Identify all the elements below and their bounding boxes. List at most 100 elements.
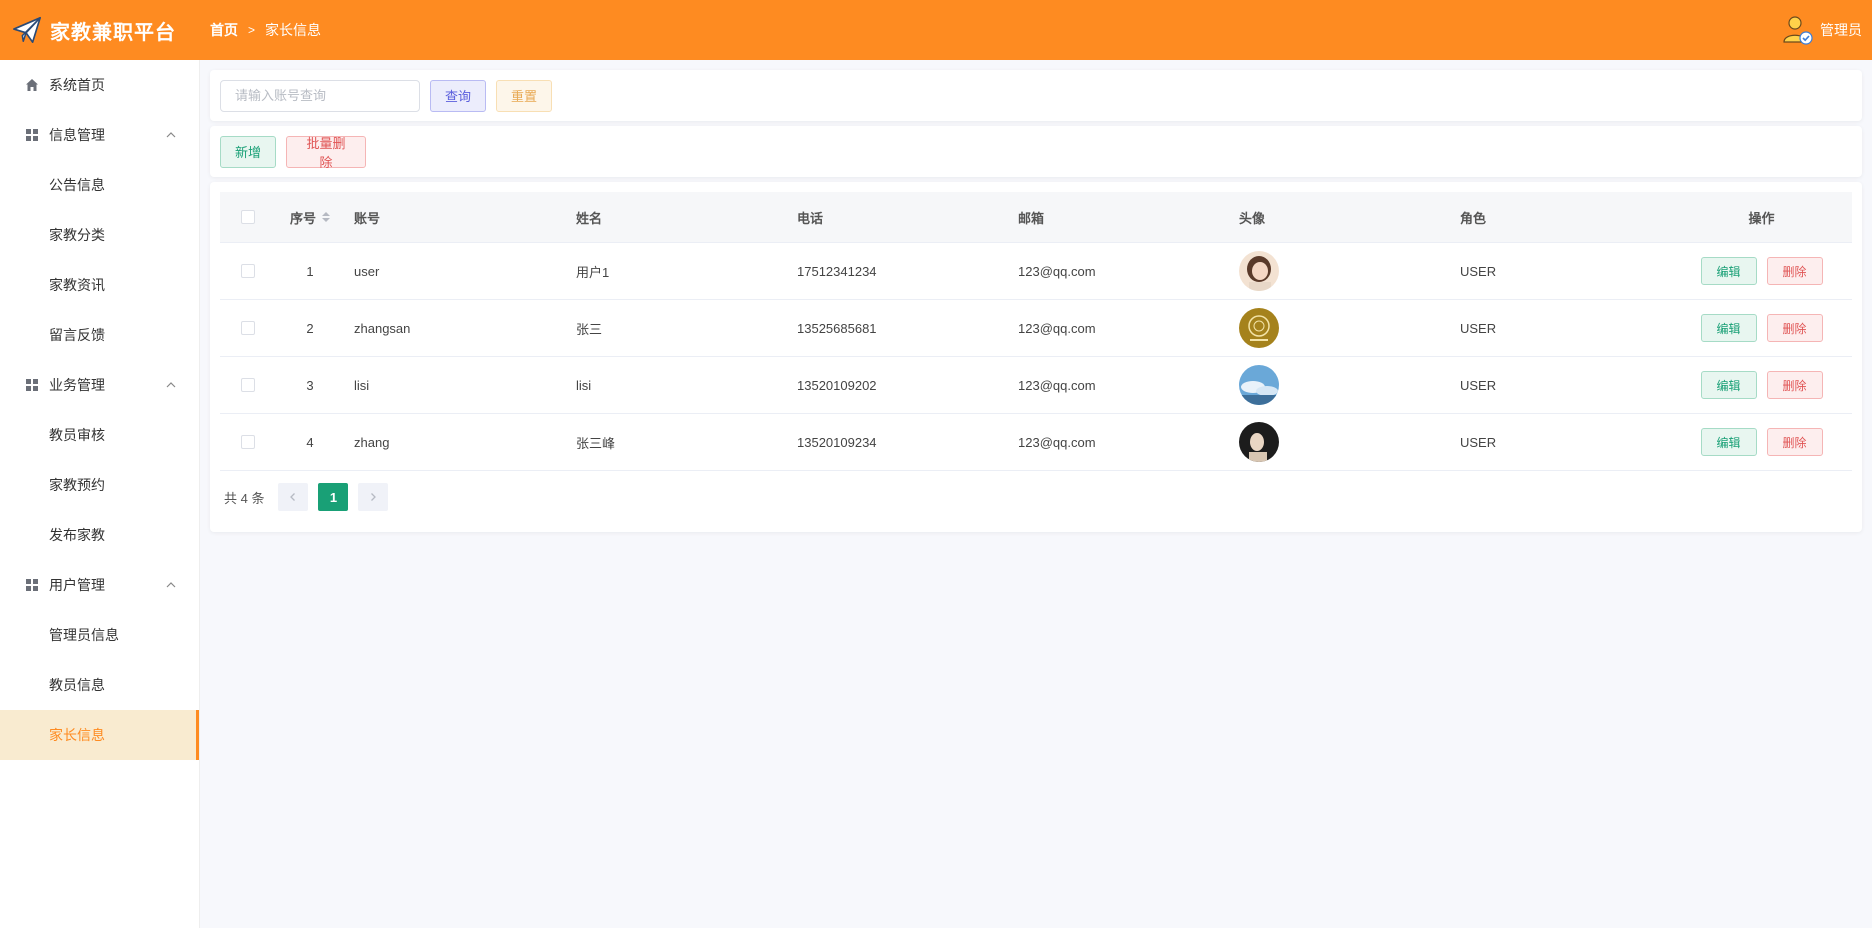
cell-phone: 13520109234 [797, 434, 877, 450]
user-name: 管理员 [1820, 22, 1862, 38]
header-index-label: 序号 [289, 210, 316, 226]
row-checkbox[interactable] [241, 321, 255, 335]
sidebar-item-teachers[interactable]: 教员信息 [0, 660, 199, 710]
delete-button[interactable]: 删除 [1766, 314, 1823, 342]
delete-button[interactable]: 删除 [1766, 428, 1823, 456]
sort-icon[interactable] [322, 212, 330, 222]
avatar[interactable] [1239, 251, 1279, 291]
pagination: 共 4 条 1 [220, 471, 1852, 523]
app-title: 家教兼职平台 [50, 21, 176, 44]
cell-email: 123@qq.com [1018, 320, 1096, 336]
select-all-checkbox[interactable] [241, 210, 255, 224]
cell-role: USER [1460, 263, 1497, 279]
admin-user-icon [1783, 16, 1813, 45]
breadcrumb-home[interactable]: 首页 [210, 20, 238, 40]
cell-account: zhang [354, 434, 390, 450]
sidebar-group-label: 用户管理 [49, 577, 105, 593]
sidebar-item-news[interactable]: 家教资讯 [0, 260, 199, 310]
header-phone: 电话 [797, 210, 824, 226]
pagination-total: 共 4 条 [224, 490, 265, 506]
header-ops: 操作 [1748, 210, 1775, 226]
next-page-button[interactable] [358, 483, 389, 511]
sidebar: 系统首页 信息管理 公告信息 家教分类 家教资讯 留言反馈 业务管理 教员审核 … [0, 60, 200, 928]
cell-account: zhangsan [354, 320, 411, 336]
sidebar-group-business[interactable]: 业务管理 [0, 360, 199, 410]
avatar-girl-icon [1239, 251, 1279, 291]
table-row: 1 user 用户1 17512341234 123@qq.com USER 编… [220, 243, 1852, 300]
home-icon [24, 77, 40, 93]
header-email: 邮箱 [1018, 210, 1045, 226]
chevron-right-icon: > [248, 23, 256, 37]
header-account: 账号 [354, 210, 381, 226]
cell-email: 123@qq.com [1018, 434, 1096, 450]
edit-button[interactable]: 编辑 [1700, 314, 1757, 342]
grid-icon [24, 377, 40, 393]
action-bar: 新增 批量删除 [210, 126, 1862, 177]
cell-index: 2 [306, 320, 314, 336]
delete-button[interactable]: 删除 [1766, 371, 1823, 399]
sidebar-item-admins[interactable]: 管理员信息 [0, 610, 199, 660]
logo[interactable]: 家教兼职平台 [0, 15, 200, 45]
grid-icon [24, 127, 40, 143]
chevron-right-icon [371, 493, 377, 501]
user-menu[interactable]: 管理员 [1782, 0, 1862, 60]
breadcrumb: 首页 > 家长信息 [210, 20, 321, 40]
table-row: 2 zhangsan 张三 13525685681 123@qq.com USE… [220, 300, 1852, 357]
cell-index: 1 [306, 263, 314, 279]
reset-button[interactable]: 重置 [496, 79, 552, 112]
sidebar-item-booking[interactable]: 家教预约 [0, 460, 199, 510]
prev-page-button[interactable] [278, 483, 309, 511]
paper-plane-icon [13, 16, 41, 44]
sidebar-item-teacher-review[interactable]: 教员审核 [0, 410, 199, 460]
chevron-up-icon [166, 382, 176, 388]
cell-role: USER [1460, 320, 1497, 336]
query-button[interactable]: 查询 [430, 79, 486, 112]
chevron-up-icon [166, 132, 176, 138]
add-button[interactable]: 新增 [220, 135, 276, 168]
table-row: 4 zhang 张三峰 13520109234 123@qq.com USER [220, 414, 1852, 471]
avatar[interactable] [1239, 308, 1279, 348]
sidebar-item-category[interactable]: 家教分类 [0, 210, 199, 260]
table-panel: 序号 账号 姓名 电话 邮箱 头像 角色 操作 1 user 用户1 17512… [210, 182, 1862, 532]
cell-email: 123@qq.com [1018, 263, 1096, 279]
cell-role: USER [1460, 377, 1497, 393]
avatar[interactable] [1239, 422, 1279, 462]
cell-phone: 13520109202 [797, 377, 877, 393]
cell-account: lisi [354, 377, 370, 393]
cell-index: 3 [306, 377, 314, 393]
row-checkbox[interactable] [241, 378, 255, 392]
cell-role: USER [1460, 434, 1497, 450]
cell-name: 张三峰 [576, 435, 616, 451]
row-checkbox[interactable] [241, 264, 255, 278]
row-checkbox[interactable] [241, 435, 255, 449]
header-index[interactable]: 序号 [276, 208, 344, 227]
table-header: 序号 账号 姓名 电话 邮箱 头像 角色 操作 [220, 192, 1852, 243]
chevron-left-icon [290, 493, 296, 501]
sidebar-item-notice[interactable]: 公告信息 [0, 160, 199, 210]
main-content: 查询 重置 新增 批量删除 序号 账号 姓名 电话 邮箱 头像 角色 操作 [210, 70, 1862, 532]
sidebar-group-users[interactable]: 用户管理 [0, 560, 199, 610]
delete-button[interactable]: 删除 [1766, 257, 1823, 285]
edit-button[interactable]: 编辑 [1700, 428, 1757, 456]
sidebar-item-parents[interactable]: 家长信息 [0, 710, 199, 760]
cell-name: 用户1 [576, 264, 610, 280]
header-avatar: 头像 [1239, 210, 1266, 226]
sidebar-item-home[interactable]: 系统首页 [0, 60, 199, 110]
grid-icon [24, 577, 40, 593]
header-role: 角色 [1460, 210, 1487, 226]
avatar[interactable] [1239, 365, 1279, 405]
cell-account: user [354, 263, 380, 279]
search-input[interactable] [220, 79, 420, 112]
cell-index: 4 [306, 434, 314, 450]
edit-button[interactable]: 编辑 [1700, 257, 1757, 285]
search-bar: 查询 重置 [210, 70, 1862, 121]
edit-button[interactable]: 编辑 [1700, 371, 1757, 399]
batch-delete-button[interactable]: 批量删除 [286, 135, 366, 170]
sidebar-group-info[interactable]: 信息管理 [0, 110, 199, 160]
sidebar-item-publish[interactable]: 发布家教 [0, 510, 199, 560]
cell-name: lisi [576, 377, 592, 393]
cell-phone: 17512341234 [797, 263, 877, 279]
page-number-current[interactable]: 1 [318, 483, 349, 511]
sidebar-item-feedback[interactable]: 留言反馈 [0, 310, 199, 360]
avatar-gold-emblem-icon [1239, 308, 1279, 348]
